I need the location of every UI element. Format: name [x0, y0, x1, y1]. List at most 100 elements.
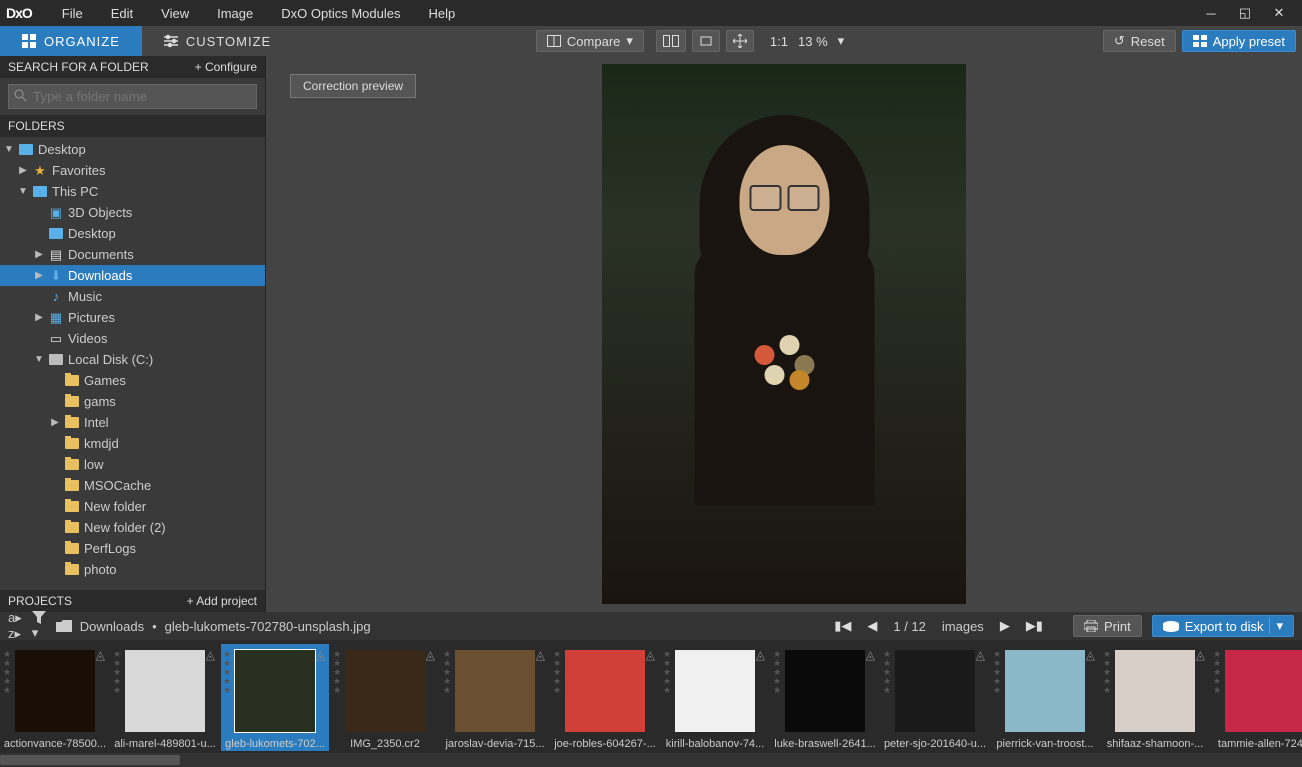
rating-stars[interactable]: ★★★★★ [113, 650, 121, 695]
tab-customize[interactable]: CUSTOMIZE [142, 26, 293, 56]
module-badge-icon: ◬ [866, 648, 875, 662]
rating-stars[interactable]: ★★★★★ [1213, 650, 1221, 695]
thumbnail[interactable]: ★★★★★◬jaroslav-devia-715... [441, 644, 549, 751]
folder-icon [64, 437, 80, 451]
rating-stars[interactable]: ★★★★★ [333, 650, 341, 695]
tree-node[interactable]: MSOCache [0, 475, 265, 496]
scrollbar[interactable] [0, 753, 1302, 767]
move-button[interactable] [726, 30, 754, 52]
thumbnail[interactable]: ★★★★★◬joe-robles-604267-... [551, 644, 659, 751]
tree-node[interactable]: ▣3D Objects [0, 202, 265, 223]
thumbnail[interactable]: ★★★★★◬shifaaz-shamoon-... [1101, 644, 1209, 751]
tree-label: New folder [84, 499, 146, 514]
expand-arrow-icon[interactable]: ▶ [34, 270, 44, 281]
rating-stars[interactable]: ★★★★★ [3, 650, 11, 695]
thumbnail[interactable]: ★★★★★◬actionvance-78500... [1, 644, 109, 751]
thumbnail[interactable]: ★★★★★◬ali-marel-489801-u... [111, 644, 219, 751]
reset-button[interactable]: ↺ Reset [1103, 30, 1176, 52]
crop-button[interactable] [692, 30, 720, 52]
rating-stars[interactable]: ★★★★★ [223, 650, 231, 695]
tree-node[interactable]: Games [0, 370, 265, 391]
window-minimize-icon[interactable]: ─ [1200, 2, 1222, 24]
sort-az-button[interactable]: a▸z▸ [8, 610, 22, 642]
expand-arrow-icon[interactable]: ▶ [34, 312, 44, 323]
rating-stars[interactable]: ★★★★★ [773, 650, 781, 695]
expand-arrow-icon[interactable]: ▼ [4, 144, 14, 155]
tree-node[interactable]: ▶Intel [0, 412, 265, 433]
rating-stars[interactable]: ★★★★★ [1103, 650, 1111, 695]
add-project-link[interactable]: + Add project [187, 594, 257, 608]
thumbnail[interactable]: ★★★★★◬tammie-allen-724... [1211, 644, 1302, 751]
apply-preset-button[interactable]: Apply preset [1182, 30, 1296, 52]
window-close-icon[interactable]: ✕ [1268, 2, 1290, 24]
thumbnail[interactable]: ★★★★★◬kirill-balobanov-74... [661, 644, 769, 751]
thumbnail[interactable]: ★★★★★◬pierrick-van-troost... [991, 644, 1099, 751]
thumbnail[interactable]: ★★★★★◬gleb-lukomets-702... [221, 644, 329, 751]
side-by-side-button[interactable] [656, 30, 686, 52]
tree-node[interactable]: Desktop [0, 223, 265, 244]
rating-stars[interactable]: ★★★★★ [443, 650, 451, 695]
next-button[interactable]: ▶ [1000, 618, 1010, 634]
expand-arrow-icon[interactable]: ▼ [34, 354, 44, 365]
thumbnail[interactable]: ★★★★★◬luke-braswell-2641... [771, 644, 879, 751]
tree-node[interactable]: New folder (2) [0, 517, 265, 538]
zoom-value[interactable]: 13 % [798, 34, 828, 49]
configure-link[interactable]: + Configure [195, 60, 257, 74]
tree-node[interactable]: kmdjd [0, 433, 265, 454]
thumb-image [785, 650, 865, 732]
rating-stars[interactable]: ★★★★★ [883, 650, 891, 695]
tree-node[interactable]: ▭Videos [0, 328, 265, 349]
tab-organize[interactable]: ORGANIZE [0, 26, 142, 56]
rating-stars[interactable]: ★★★★★ [993, 650, 1001, 695]
first-button[interactable]: ▮◀ [834, 618, 851, 634]
expand-arrow-icon[interactable]: ▼ [18, 186, 28, 197]
module-badge-icon: ◬ [756, 648, 765, 662]
menubar: DxO FileEditViewImageDxO Optics ModulesH… [0, 0, 1302, 26]
menu-item[interactable]: View [147, 0, 203, 26]
compare-button[interactable]: Compare ▾ [536, 30, 644, 52]
tree-label: Documents [68, 247, 134, 262]
tree-node[interactable]: low [0, 454, 265, 475]
image-viewer[interactable]: Correction preview [266, 56, 1302, 612]
expand-arrow-icon[interactable]: ▶ [18, 165, 28, 176]
folder-icon: ★ [32, 164, 48, 178]
tree-node[interactable]: New folder [0, 496, 265, 517]
zoom-1to1-button[interactable]: 1:1 [770, 34, 788, 49]
print-button[interactable]: Print [1073, 615, 1142, 637]
photo-preview [602, 64, 966, 604]
tree-label: Pictures [68, 310, 115, 325]
tree-node[interactable]: ▶▤Documents [0, 244, 265, 265]
menu-item[interactable]: Edit [97, 0, 147, 26]
tree-node[interactable]: ♪Music [0, 286, 265, 307]
tree-node[interactable]: ▼Desktop [0, 139, 265, 160]
path-folder[interactable]: Downloads [80, 619, 144, 634]
chevron-down-icon[interactable]: ▾ [838, 33, 845, 49]
tree-node[interactable]: ▼Local Disk (C:) [0, 349, 265, 370]
export-button[interactable]: Export to disk ▾ [1152, 615, 1294, 637]
tree-node[interactable]: ▶▦Pictures [0, 307, 265, 328]
expand-arrow-icon[interactable]: ▶ [50, 417, 60, 428]
thumbnail[interactable]: ★★★★★◬peter-sjo-201640-u... [881, 644, 989, 751]
expand-arrow-icon[interactable]: ▶ [34, 249, 44, 260]
folders-header: FOLDERS [0, 115, 265, 137]
search-input[interactable] [8, 84, 257, 109]
thumbnail[interactable]: ★★★★★◬IMG_2350.cr2 [331, 644, 439, 751]
menu-item[interactable]: File [48, 0, 97, 26]
menu-item[interactable]: Image [203, 0, 267, 26]
prev-button[interactable]: ◀ [867, 618, 877, 634]
rating-stars[interactable]: ★★★★★ [553, 650, 561, 695]
tree-node[interactable]: PerfLogs [0, 538, 265, 559]
thumb-image [895, 650, 975, 732]
tree-node[interactable]: photo [0, 559, 265, 580]
rating-stars[interactable]: ★★★★★ [663, 650, 671, 695]
menu-item[interactable]: Help [414, 0, 469, 26]
last-button[interactable]: ▶▮ [1026, 618, 1043, 634]
tree-node[interactable]: ▶★Favorites [0, 160, 265, 181]
scrollbar-thumb[interactable] [0, 755, 180, 765]
tree-node[interactable]: ▼This PC [0, 181, 265, 202]
tree-node[interactable]: ▶⬇Downloads [0, 265, 265, 286]
filter-button[interactable]: ▾ [32, 611, 46, 641]
tree-node[interactable]: gams [0, 391, 265, 412]
window-maximize-icon[interactable]: ◱ [1234, 2, 1256, 24]
menu-item[interactable]: DxO Optics Modules [267, 0, 414, 26]
